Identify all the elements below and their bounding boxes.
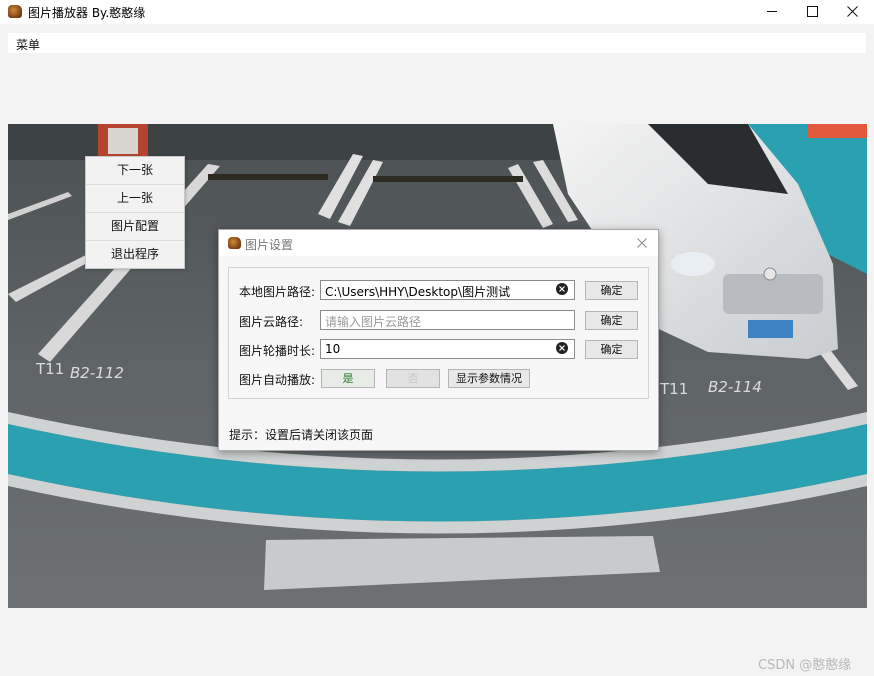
close-button[interactable] (830, 0, 874, 22)
duration-input[interactable]: 10 (320, 339, 575, 359)
local-path-input[interactable]: C:\Users\HHY\Desktop\图片测试 (320, 280, 575, 300)
bay-tag-right: T11 (659, 380, 688, 398)
minimize-icon (767, 10, 777, 12)
clear-icon[interactable] (556, 342, 568, 354)
dialog-close-button[interactable] (635, 236, 649, 250)
close-icon (637, 238, 647, 248)
clear-icon[interactable] (556, 283, 568, 295)
close-icon (846, 5, 858, 17)
duration-label: 图片轮播时长: (239, 344, 316, 358)
menu-item-exit[interactable]: 退出程序 (86, 241, 184, 268)
local-path-label: 本地图片路径: (239, 285, 316, 299)
cloud-path-placeholder: 请输入图片云路径 (325, 315, 422, 329)
context-menu: 下一张 上一张 图片配置 退出程序 (85, 156, 185, 269)
menu-button[interactable]: 菜单 (16, 36, 40, 53)
menu-bar: 菜单 (8, 33, 866, 53)
autoplay-yes-button[interactable]: 是 (321, 369, 375, 388)
settings-group: 本地图片路径: C:\Users\HHY\Desktop\图片测试 确定 图片云… (228, 267, 649, 399)
cloud-path-input[interactable]: 请输入图片云路径 (320, 310, 575, 330)
maximize-button[interactable] (790, 0, 834, 22)
confirm-cloud-path-button[interactable]: 确定 (585, 311, 638, 330)
local-path-value: C:\Users\HHY\Desktop\图片测试 (325, 285, 511, 299)
show-params-button[interactable]: 显示参数情况 (448, 369, 530, 388)
cloud-path-label: 图片云路径: (239, 315, 304, 329)
autoplay-label: 图片自动播放: (239, 373, 316, 387)
image-settings-dialog: 图片设置 本地图片路径: C:\Users\HHY\Desktop\图片测试 确… (218, 229, 659, 451)
minimize-button[interactable] (750, 0, 794, 22)
maximize-icon (806, 5, 818, 17)
dialog-title: 图片设置 (245, 238, 294, 252)
confirm-duration-button[interactable]: 确定 (585, 340, 638, 359)
autoplay-no-button[interactable]: 否 (386, 369, 440, 388)
bay-tag-left: T11 (35, 360, 64, 378)
hint-text: 提示：设置后请关闭该页面 (229, 428, 374, 442)
bay-number-left: B2-112 (70, 364, 124, 382)
dialog-app-icon (228, 237, 241, 249)
menu-item-previous[interactable]: 上一张 (86, 185, 184, 213)
confirm-local-path-button[interactable]: 确定 (585, 281, 638, 300)
window-title: 图片播放器 By.憨憨缘 (28, 6, 146, 20)
duration-value: 10 (325, 342, 341, 356)
app-icon (8, 5, 22, 18)
dialog-titlebar: 图片设置 (219, 230, 658, 256)
window-titlebar: 图片播放器 By.憨憨缘 (0, 0, 874, 24)
menu-item-image-config[interactable]: 图片配置 (86, 213, 184, 241)
watermark: CSDN @憨憨缘 (758, 658, 852, 673)
menu-item-next[interactable]: 下一张 (86, 157, 184, 185)
bay-number-right: B2-114 (708, 378, 762, 396)
